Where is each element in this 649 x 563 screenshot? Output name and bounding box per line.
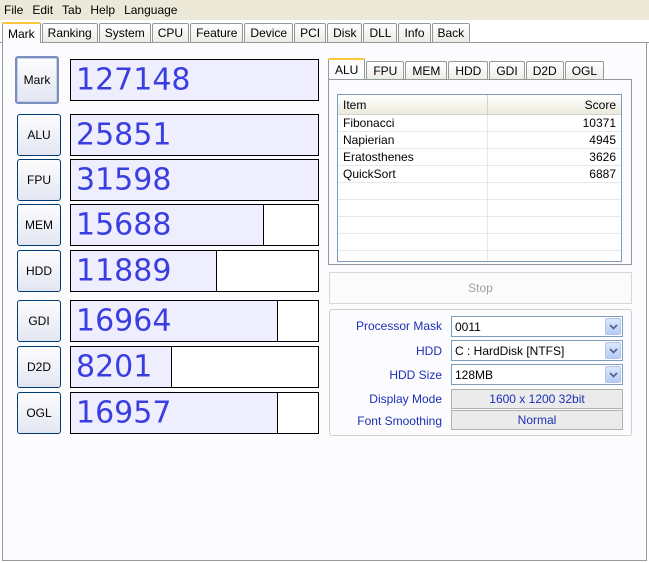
menu-language[interactable]: Language (124, 3, 177, 17)
mem-score-value: 15688 (76, 207, 172, 243)
hdd-size-label: HDD Size (389, 368, 442, 382)
processor-mask-value: 0011 (455, 319, 481, 334)
hdd-size-select[interactable]: 128MB (451, 364, 623, 385)
mem-button[interactable]: MEM (17, 204, 61, 246)
menu-help[interactable]: Help (90, 3, 115, 17)
fpu-score-bar: 31598 (70, 159, 319, 201)
empty-row (338, 234, 621, 251)
hdd-value: C : HardDisk [NTFS] (455, 343, 565, 358)
alu-score-value: 25851 (76, 117, 172, 153)
gdi-score-value: 16964 (76, 303, 172, 339)
item-name: Fibonacci (338, 115, 488, 131)
subtab-alu[interactable]: ALU (328, 58, 366, 80)
results-header: Item Score (338, 95, 621, 115)
empty-row (338, 251, 621, 261)
tab-dll[interactable]: DLL (363, 23, 398, 42)
item-score: 6887 (589, 167, 616, 181)
header-score[interactable]: Score (488, 95, 621, 114)
processor-mask-label: Processor Mask (355, 319, 442, 333)
fpu-score-value: 31598 (76, 162, 172, 198)
fpu-button[interactable]: FPU (17, 159, 61, 201)
tab-info[interactable]: Info (398, 23, 431, 42)
font-smoothing-value: Normal (451, 410, 623, 430)
item-score: 10371 (582, 116, 616, 130)
stop-button[interactable]: Stop (329, 272, 632, 304)
menu-file[interactable]: File (4, 3, 23, 17)
menu-edit[interactable]: Edit (32, 3, 53, 17)
subtab-hdd[interactable]: HDD (448, 61, 489, 80)
tab-cpu[interactable]: CPU (151, 23, 190, 42)
list-item[interactable]: Napierian 4945 (338, 132, 621, 149)
detail-tab-bar: ALU FPU MEM HDD GDI D2D OGL (328, 58, 632, 80)
subtab-d2d[interactable]: D2D (525, 61, 564, 80)
mark-score-value: 127148 (76, 62, 191, 98)
processor-mask-select[interactable]: 0011 (451, 316, 623, 337)
hdd-score-value: 11889 (76, 253, 172, 289)
gdi-score-bar: 16964 (70, 300, 319, 342)
results-list[interactable]: Item Score Fibonacci 10371 Napierian 494… (337, 94, 622, 262)
menu-bar: File Edit Tab Help Language (0, 0, 649, 20)
hdd-size-value: 128MB (455, 367, 494, 382)
gdi-button[interactable]: GDI (17, 300, 61, 342)
d2d-score-bar: 8201 (70, 346, 319, 388)
chevron-down-icon[interactable] (605, 366, 621, 383)
list-item[interactable]: Fibonacci 10371 (338, 115, 621, 132)
ogl-button[interactable]: OGL (17, 392, 61, 434)
hdd-select[interactable]: C : HardDisk [NTFS] (451, 340, 623, 361)
list-item[interactable]: Eratosthenes 3626 (338, 149, 621, 166)
item-name: Eratosthenes (338, 149, 488, 165)
chevron-down-icon[interactable] (605, 318, 621, 335)
display-mode-value: 1600 x 1200 32bit (451, 389, 623, 409)
item-name: QuickSort (338, 166, 488, 182)
hdd-score-bar: 11889 (70, 250, 319, 292)
item-score: 4945 (589, 133, 616, 147)
alu-button[interactable]: ALU (17, 114, 61, 156)
subtab-gdi[interactable]: GDI (489, 61, 525, 80)
item-name: Napierian (338, 132, 488, 148)
subtab-ogl[interactable]: OGL (564, 61, 605, 80)
mem-score-bar: 15688 (70, 204, 319, 246)
detail-panel: Item Score Fibonacci 10371 Napierian 494… (328, 79, 632, 265)
header-item[interactable]: Item (338, 95, 488, 114)
tab-pci[interactable]: PCI (294, 23, 327, 42)
d2d-button[interactable]: D2D (17, 346, 61, 388)
options-panel: Processor Mask 0011 HDD C : HardDisk [NT… (329, 309, 632, 436)
mark-button[interactable]: Mark (15, 56, 59, 104)
hdd-label: HDD (416, 344, 442, 358)
tab-disk[interactable]: Disk (327, 23, 363, 42)
alu-score-bar: 25851 (70, 114, 319, 156)
tab-mark[interactable]: Mark (2, 22, 41, 43)
subtab-fpu[interactable]: FPU (366, 61, 405, 80)
chevron-down-icon[interactable] (605, 342, 621, 359)
list-item[interactable]: QuickSort 6887 (338, 166, 621, 183)
mark-score-bar: 127148 (70, 59, 319, 101)
subtab-mem[interactable]: MEM (405, 61, 448, 80)
tab-back[interactable]: Back (431, 23, 471, 42)
item-score: 3626 (589, 150, 616, 164)
menu-tab[interactable]: Tab (62, 3, 81, 17)
ogl-score-bar: 16957 (70, 392, 319, 434)
display-mode-label: Display Mode (369, 392, 442, 406)
main-tab-bar: Mark Ranking System CPU Feature Device P… (0, 22, 649, 43)
tab-feature[interactable]: Feature (190, 23, 244, 42)
empty-row (338, 183, 621, 200)
font-smoothing-label: Font Smoothing (357, 414, 442, 428)
tab-system[interactable]: System (98, 23, 151, 42)
hdd-button[interactable]: HDD (17, 250, 61, 292)
ogl-score-value: 16957 (76, 395, 172, 431)
tab-ranking[interactable]: Ranking (41, 23, 98, 42)
tab-device[interactable]: Device (244, 23, 294, 42)
d2d-score-value: 8201 (76, 349, 153, 385)
empty-row (338, 200, 621, 217)
empty-row (338, 217, 621, 234)
